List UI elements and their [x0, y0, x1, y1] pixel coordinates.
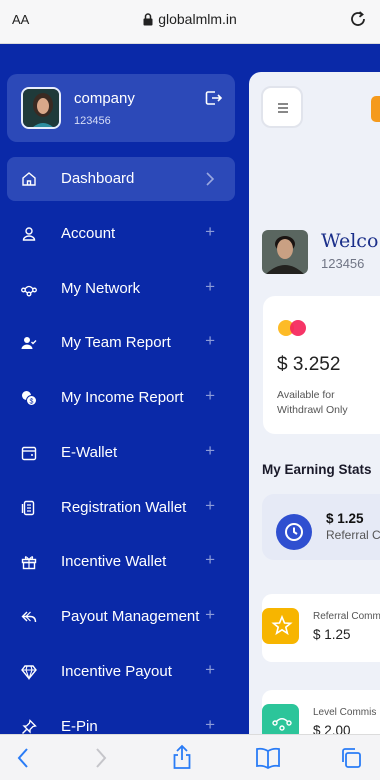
mini-card-icon-box	[262, 608, 299, 644]
sidebar-item-label: E-Pin	[61, 718, 98, 734]
sidebar-item-label: My Team Report	[61, 334, 171, 351]
menu-toggle-button[interactable]	[261, 86, 303, 128]
clock-icon	[276, 514, 312, 550]
bookmarks-icon[interactable]	[255, 747, 281, 769]
profile-id: 123456	[74, 115, 111, 127]
card-brand-icon	[278, 320, 306, 336]
expand-icon: +	[205, 441, 215, 460]
balance-caption-line1: Available for	[277, 389, 335, 401]
tabs-icon[interactable]	[340, 747, 362, 769]
expand-icon: +	[205, 331, 215, 350]
balance-caption-line2: Withdrawl Only	[277, 404, 348, 416]
sidebar-item-incentive-payout[interactable]: Incentive Payout +	[7, 650, 235, 694]
sidebar-item-label: Payout Management	[61, 608, 200, 625]
expand-icon: +	[205, 605, 215, 624]
profile-name: company	[74, 90, 135, 107]
balance-caption: Available for Withdrawl Only	[277, 388, 348, 418]
sidebar-item-account[interactable]: Account +	[7, 212, 235, 256]
star-icon	[271, 614, 293, 636]
diamond-icon	[21, 665, 37, 680]
sidebar-item-label: My Network	[61, 280, 141, 297]
logout-icon[interactable]	[205, 90, 223, 106]
sidebar-item-my-income-report[interactable]: $ My Income Report +	[7, 376, 235, 420]
welcome-heading: Welco	[321, 230, 379, 252]
expand-icon: +	[205, 550, 215, 569]
notification-tab[interactable]	[371, 96, 380, 122]
expand-icon: +	[205, 715, 215, 734]
sidebar-item-label: E-Wallet	[61, 444, 118, 461]
mini-card-label: Level Commis	[313, 707, 377, 718]
sidebar-item-incentive-wallet[interactable]: Incentive Wallet +	[7, 540, 235, 584]
sidebar-item-label: Incentive Wallet	[61, 553, 167, 570]
coins-icon: $	[22, 391, 37, 406]
sidebar-item-dashboard[interactable]: Dashboard	[7, 157, 235, 201]
stat-value: $ 1.25	[326, 511, 364, 526]
expand-icon: +	[205, 386, 215, 405]
sidebar-item-my-network[interactable]: My Network +	[7, 267, 235, 311]
sidebar-item-e-pin[interactable]: E-Pin +	[7, 705, 235, 734]
mini-card-value: $ 1.25	[313, 627, 351, 642]
profile-card[interactable]: company 123456	[7, 74, 235, 142]
user-id: 123456	[321, 256, 365, 271]
gift-icon	[21, 556, 37, 570]
sidebar-item-label: My Income Report	[61, 389, 184, 406]
sidebar-item-my-team-report[interactable]: My Team Report +	[7, 321, 235, 365]
mini-card-referral: Referral Comm $ 1.25	[262, 594, 380, 662]
lock-icon	[143, 13, 153, 26]
browser-toolbar: AA globalmlm.in	[0, 0, 380, 44]
stats-heading: My Earning Stats	[262, 462, 372, 477]
balance-card: $ 3.252 Available for Withdrawl Only	[263, 296, 380, 434]
sidebar-item-e-wallet[interactable]: E-Wallet +	[7, 431, 235, 475]
sidebar-item-label: Account	[61, 225, 116, 242]
user-icon	[22, 227, 36, 241]
avatar	[262, 230, 308, 274]
balance-amount: $ 3.252	[277, 354, 341, 375]
forward-icon[interactable]	[94, 747, 108, 769]
expand-icon: +	[205, 277, 215, 296]
avatar	[21, 87, 61, 129]
address-bar[interactable]: globalmlm.in	[0, 11, 380, 27]
expand-icon: +	[205, 660, 215, 679]
mini-card-label: Referral Comm	[313, 611, 380, 622]
svg-text:$: $	[30, 399, 34, 406]
stat-highlight: $ 1.25 Referral C	[262, 494, 380, 560]
main-content: Welco 123456 $ 3.252 Available for Withd…	[249, 72, 380, 742]
chevron-right-icon	[206, 172, 215, 186]
url-text: globalmlm.in	[158, 11, 237, 27]
sidebar-item-label: Dashboard	[61, 170, 135, 187]
sidebar-item-label: Incentive Payout	[61, 663, 172, 680]
back-icon[interactable]	[16, 747, 30, 769]
sidebar: company 123456 Dashboard Account + My Ne…	[0, 44, 249, 734]
network-icon	[21, 285, 37, 297]
user-check-icon	[21, 337, 37, 349]
sidebar-item-registration-wallet[interactable]: Registration Wallet +	[7, 486, 235, 530]
home-icon	[22, 172, 36, 186]
copy-icon	[21, 500, 35, 516]
wallet-icon	[21, 446, 37, 461]
stat-label: Referral C	[326, 528, 380, 542]
reload-icon[interactable]	[348, 9, 368, 29]
reply-icon	[21, 611, 37, 623]
sidebar-item-payout-management[interactable]: Payout Management +	[7, 595, 235, 639]
expand-icon: +	[205, 222, 215, 241]
expand-icon: +	[205, 496, 215, 515]
sidebar-item-label: Registration Wallet	[61, 499, 187, 516]
pin-icon	[22, 719, 37, 734]
share-icon[interactable]	[172, 744, 192, 770]
browser-bottom-toolbar	[0, 734, 380, 780]
